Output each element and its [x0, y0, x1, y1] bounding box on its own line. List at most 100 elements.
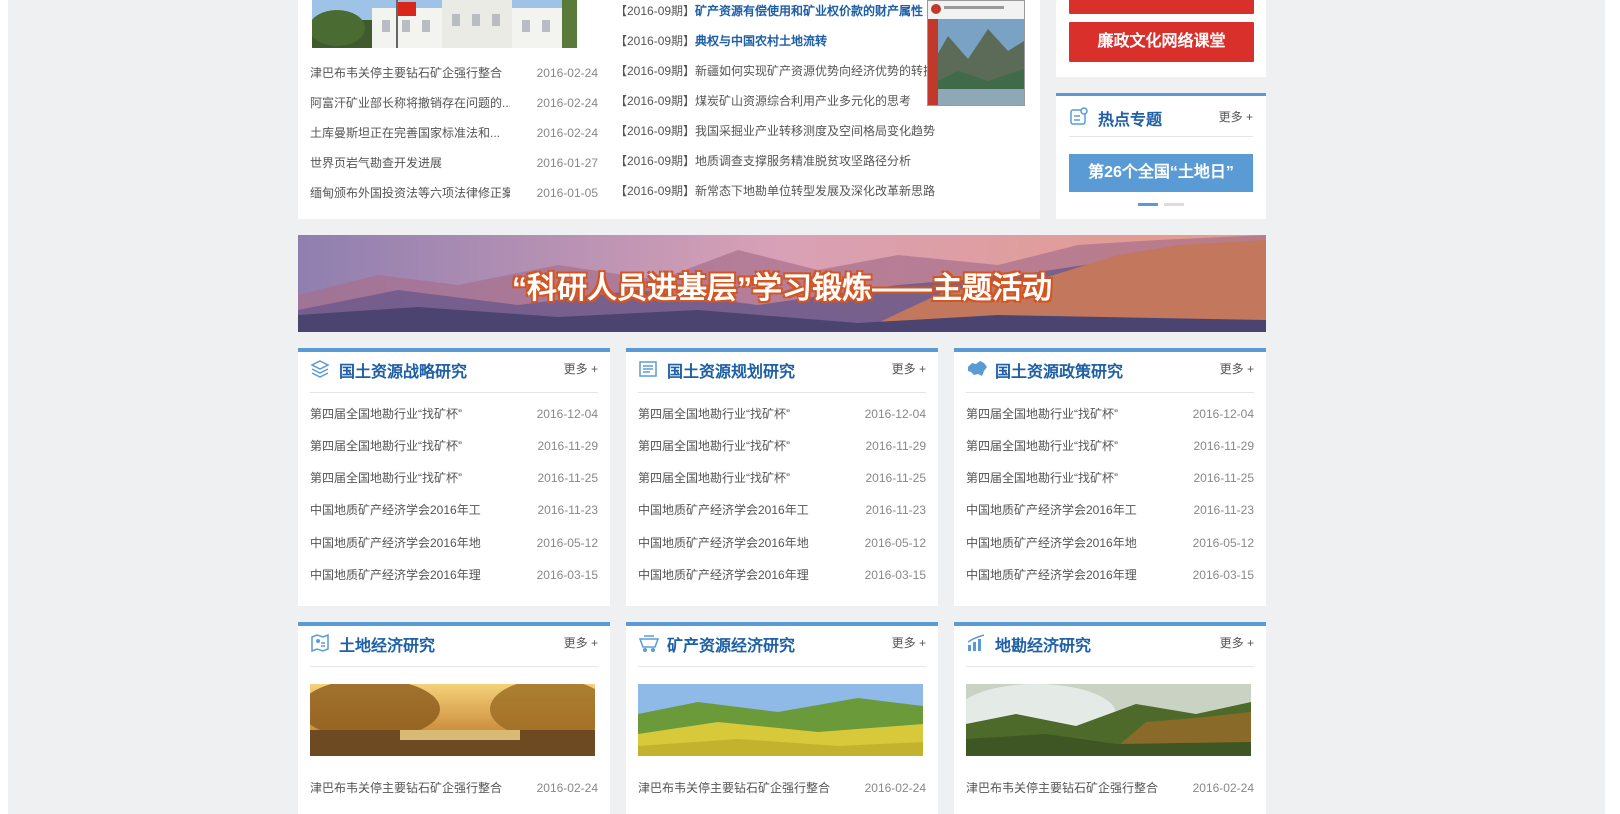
- item-title[interactable]: 中国地质矿产经济学会2016年工: [310, 494, 481, 526]
- section-title: 土地经济研究: [339, 638, 436, 655]
- item-title[interactable]: 第四届全国地勘行业“找矿杯”: [310, 398, 462, 430]
- list-item[interactable]: 津巴布韦关停主要钻石矿企强行整合 2016-02-24: [966, 772, 1254, 804]
- list-item[interactable]: 第四届全国地勘行业“找矿杯” 2016-11-25: [310, 462, 598, 494]
- item-title[interactable]: 第四届全国地勘行业“找矿杯”: [966, 398, 1118, 430]
- list-item[interactable]: 中国地质矿产经济学会2016年地 2016-05-12: [638, 527, 926, 559]
- section-photo[interactable]: [638, 684, 923, 756]
- item-title[interactable]: 中国地质矿产经济学会2016年地: [638, 527, 809, 559]
- item-title[interactable]: 第四届全国地勘行业“找矿杯”: [638, 462, 790, 494]
- list-item[interactable]: 中国地质矿产经济学会2016年工 2016-11-23: [310, 494, 598, 526]
- list-item[interactable]: 中国地质矿产经济学会2016年工 2016-11-23: [966, 494, 1254, 526]
- item-title[interactable]: 中国地质矿产经济学会2016年工: [638, 494, 809, 526]
- item-title[interactable]: 津巴布韦关停主要钻石矿企强行整合: [310, 772, 502, 804]
- journal-item[interactable]: 【2016-09期】我国采掘业产业转移测度及空间格局变化趋势: [615, 116, 935, 146]
- carousel-dot-active[interactable]: [1138, 203, 1158, 206]
- item-title[interactable]: 中国地质矿产经济学会2016年工: [966, 494, 1137, 526]
- issue-tag: 【2016-09期】: [615, 94, 696, 108]
- carousel-dot[interactable]: [1164, 203, 1184, 206]
- item-title[interactable]: 第四届全国地勘行业“找矿杯”: [966, 462, 1118, 494]
- list-item[interactable]: 中国地质矿产经济学会2016年工 2016-11-23: [638, 494, 926, 526]
- list-item[interactable]: 第四届全国地勘行业“找矿杯” 2016-12-04: [638, 398, 926, 430]
- journal-item[interactable]: 【2016-09期】地质调查支撑服务精准脱贫攻坚路径分析: [615, 146, 911, 176]
- journal-item[interactable]: 【2016-09期】典权与中国农村土地流转: [615, 26, 827, 56]
- news-item[interactable]: 土库曼斯坦正在完善国家标准法和... 2016-02-24: [310, 118, 598, 148]
- two-studies-button[interactable]: 两学一做 专题: [1069, 0, 1254, 14]
- news-date: 2016-01-05: [536, 186, 598, 200]
- news-item[interactable]: 津巴布韦关停主要钻石矿企强行整合 2016-02-24: [310, 58, 598, 88]
- section-header: 国土资源规划研究 更多 +: [638, 348, 926, 393]
- journal-title[interactable]: 我国采掘业产业转移测度及空间格局变化趋势: [695, 124, 935, 138]
- item-date: 2016-12-04: [536, 407, 598, 421]
- news-title[interactable]: 津巴布韦关停主要钻石矿企强行整合: [310, 58, 502, 88]
- more-link[interactable]: 更多 +: [892, 360, 926, 377]
- section-header: 国土资源政策研究 更多 +: [966, 348, 1254, 393]
- integrity-culture-button[interactable]: 廉政文化网络课堂: [1069, 22, 1254, 62]
- list-item[interactable]: 第四届全国地勘行业“找矿杯” 2016-11-29: [638, 430, 926, 462]
- more-link[interactable]: 更多 +: [1220, 360, 1254, 377]
- hot-topics-header: 热点专题 更多 +: [1069, 96, 1253, 137]
- item-title[interactable]: 津巴布韦关停主要钻石矿企强行整合: [966, 772, 1158, 804]
- more-link[interactable]: 更多 +: [892, 634, 926, 651]
- list-item[interactable]: 第四届全国地勘行业“找矿杯” 2016-11-25: [638, 462, 926, 494]
- list-item[interactable]: 中国地质矿产经济学会2016年理 2016-03-15: [966, 559, 1254, 591]
- item-title[interactable]: 中国地质矿产经济学会2016年理: [966, 559, 1137, 591]
- list-item[interactable]: 第四届全国地勘行业“找矿杯” 2016-12-04: [310, 398, 598, 430]
- news-item[interactable]: 阿富汗矿业部长称将撤销存在问题的... 2016-02-24: [310, 88, 598, 118]
- news-title[interactable]: 土库曼斯坦正在完善国家标准法和...: [310, 118, 500, 148]
- issue-tag: 【2016-09期】: [615, 124, 696, 138]
- list-item[interactable]: 中国地质矿产经济学会2016年地 2016-05-12: [966, 527, 1254, 559]
- journal-title[interactable]: 新疆如何实现矿产资源优势向经济优势的转换: [695, 64, 935, 78]
- journal-item[interactable]: 【2016-09期】新常态下地勘单位转型发展及深化改革新思路: [615, 176, 935, 206]
- section-title: 国土资源战略研究: [339, 364, 468, 381]
- news-item[interactable]: 缅甸颁布外国投资法等六项法律修正案 2016-01-05: [310, 178, 598, 208]
- more-link[interactable]: 更多 +: [564, 360, 598, 377]
- list-item[interactable]: 第四届全国地勘行业“找矿杯” 2016-12-04: [966, 398, 1254, 430]
- item-title[interactable]: 中国地质矿产经济学会2016年地: [966, 527, 1137, 559]
- journal-cover[interactable]: [927, 0, 1025, 106]
- list-item[interactable]: 中国地质矿产经济学会2016年理 2016-03-15: [310, 559, 598, 591]
- item-date: 2016-11-23: [865, 503, 927, 517]
- item-title[interactable]: 第四届全国地勘行业“找矿杯”: [310, 430, 462, 462]
- section-photo[interactable]: [966, 684, 1251, 756]
- journal-title[interactable]: 矿产资源有偿使用和矿业权价款的财产属性: [695, 4, 923, 18]
- journal-item[interactable]: 【2016-09期】新疆如何实现矿产资源优势向经济优势的转换: [615, 56, 935, 86]
- item-date: 2016-05-12: [864, 536, 926, 550]
- news-item[interactable]: 世界页岩气勘查开发进展 2016-01-27: [310, 148, 598, 178]
- list-item[interactable]: 津巴布韦关停主要钻石矿企强行整合 2016-02-24: [638, 772, 926, 804]
- item-title[interactable]: 第四届全国地勘行业“找矿杯”: [310, 462, 462, 494]
- list-item[interactable]: 津巴布韦关停主要钻石矿企强行整合 2016-02-24: [310, 772, 598, 804]
- item-title[interactable]: 中国地质矿产经济学会2016年地: [310, 527, 481, 559]
- journal-item[interactable]: 【2016-09期】矿产资源有偿使用和矿业权价款的财产属性: [615, 0, 923, 26]
- hot-topics-more-link[interactable]: 更多 +: [1219, 108, 1253, 125]
- item-date: 2016-02-24: [864, 781, 926, 795]
- item-date: 2016-11-23: [537, 503, 599, 517]
- journal-title[interactable]: 新常态下地勘单位转型发展及深化改革新思路: [695, 184, 935, 198]
- item-title[interactable]: 第四届全国地勘行业“找矿杯”: [966, 430, 1118, 462]
- journal-item[interactable]: 【2016-09期】煤炭矿山资源综合利用产业多元化的思考: [615, 86, 911, 116]
- journal-title[interactable]: 地质调查支撑服务精准脱贫攻坚路径分析: [695, 154, 911, 168]
- section-header: 矿产资源经济研究 更多 +: [638, 622, 926, 667]
- list-item[interactable]: 中国地质矿产经济学会2016年地 2016-05-12: [310, 527, 598, 559]
- list-item[interactable]: 中国地质矿产经济学会2016年理 2016-03-15: [638, 559, 926, 591]
- more-link[interactable]: 更多 +: [1220, 634, 1254, 651]
- item-date: 2016-05-12: [536, 536, 598, 550]
- item-title[interactable]: 津巴布韦关停主要钻石矿企强行整合: [638, 772, 830, 804]
- item-title[interactable]: 中国地质矿产经济学会2016年理: [638, 559, 809, 591]
- news-title[interactable]: 缅甸颁布外国投资法等六项法律修正案: [310, 178, 510, 208]
- news-title[interactable]: 阿富汗矿业部长称将撤销存在问题的...: [310, 88, 510, 118]
- section-photo[interactable]: [310, 684, 595, 756]
- list-item[interactable]: 第四届全国地勘行业“找矿杯” 2016-11-29: [966, 430, 1254, 462]
- journal-title[interactable]: 煤炭矿山资源综合利用产业多元化的思考: [695, 94, 911, 108]
- more-link[interactable]: 更多 +: [564, 634, 598, 651]
- news-photo[interactable]: [312, 0, 577, 48]
- item-title[interactable]: 第四届全国地勘行业“找矿杯”: [638, 430, 790, 462]
- item-title[interactable]: 第四届全国地勘行业“找矿杯”: [638, 398, 790, 430]
- activity-banner[interactable]: “科研人员进基层”学习锻炼——主题活动: [298, 235, 1266, 332]
- list-item[interactable]: 第四届全国地勘行业“找矿杯” 2016-11-25: [966, 462, 1254, 494]
- topic-banner[interactable]: 第26个全国“土地日”: [1069, 154, 1253, 192]
- journal-title[interactable]: 典权与中国农村土地流转: [695, 34, 827, 48]
- item-title[interactable]: 中国地质矿产经济学会2016年理: [310, 559, 481, 591]
- news-date: 2016-02-24: [536, 96, 598, 110]
- news-title[interactable]: 世界页岩气勘查开发进展: [310, 148, 442, 178]
- list-item[interactable]: 第四届全国地勘行业“找矿杯” 2016-11-29: [310, 430, 598, 462]
